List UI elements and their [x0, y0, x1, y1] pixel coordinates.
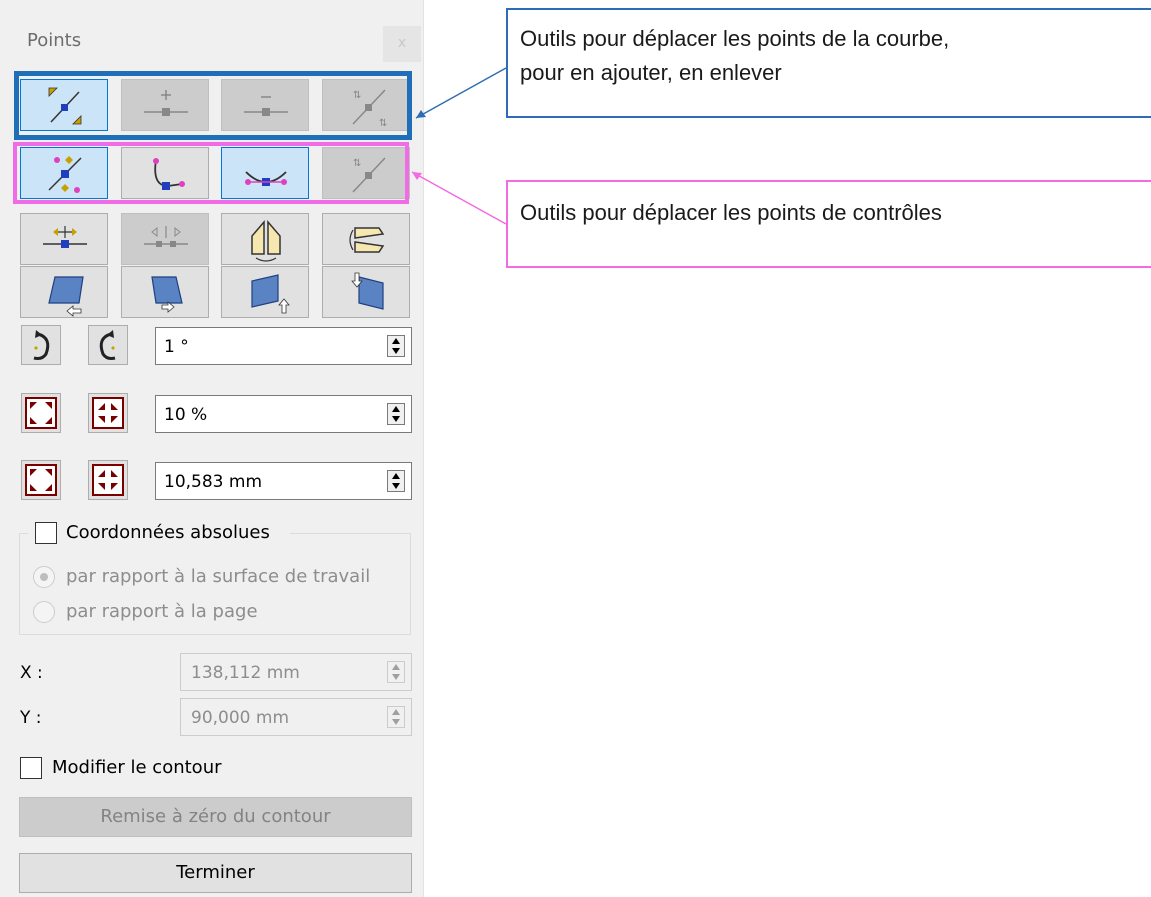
- shrink-icon: [92, 397, 124, 429]
- y-coordinate-stepper[interactable]: [387, 706, 405, 728]
- close-button[interactable]: x: [383, 26, 421, 62]
- y-label: Y :: [20, 708, 42, 728]
- skew-right-button[interactable]: [322, 266, 410, 318]
- enlarge-percent-button[interactable]: [21, 393, 61, 433]
- control-tools-highlight: [13, 142, 409, 204]
- curve-tools-highlight: [14, 71, 412, 140]
- scale-percent-input[interactable]: 10 %: [155, 395, 412, 433]
- skew-up-icon: [251, 274, 290, 314]
- modify-contour-label: Modifier le contour: [52, 757, 222, 778]
- points-panel: Points x ⇅ ⇅ ⇅ 1 ° 10 % 10,583 mm Coordo…: [0, 0, 424, 897]
- enlarge-icon: [25, 397, 57, 429]
- shrink-mm-button[interactable]: [88, 460, 128, 500]
- callout-curve-points-line1: Outils pour déplacer les points de la co…: [520, 26, 950, 51]
- callout-control-points: Outils pour déplacer les points de contr…: [506, 180, 1151, 268]
- x-label: X :: [20, 663, 43, 683]
- reset-contour-button[interactable]: Remise à zéro du contour: [19, 797, 412, 837]
- callout-curve-points: Outils pour déplacer les points de la co…: [506, 8, 1151, 118]
- absolute-coordinates-checkbox[interactable]: [35, 522, 57, 544]
- mirror-horizontal-icon: [349, 227, 385, 253]
- radio-page[interactable]: [33, 601, 55, 623]
- scale-percent-value: 10 %: [164, 405, 208, 425]
- align-horizontal-icon: [43, 226, 87, 248]
- rotate-cw-button[interactable]: [88, 325, 128, 365]
- scale-mm-value: 10,583 mm: [164, 472, 263, 492]
- panel-title: Points: [27, 30, 82, 51]
- skew-down-icon: [151, 276, 183, 313]
- skew-left-icon: [48, 276, 84, 317]
- rotation-angle-stepper[interactable]: [387, 335, 405, 357]
- callout-control-points-line1: Outils pour déplacer les points de contr…: [520, 200, 942, 225]
- y-coordinate-input[interactable]: 90,000 mm: [180, 698, 412, 736]
- distribute-horizontal-icon: [144, 226, 188, 247]
- skew-up-button[interactable]: [221, 266, 309, 318]
- scale-mm-stepper[interactable]: [387, 470, 405, 492]
- scale-mm-input[interactable]: 10,583 mm: [155, 462, 412, 500]
- enlarge-icon: [25, 464, 57, 496]
- radio-page-label: par rapport à la page: [66, 601, 258, 622]
- mirror-horizontal-button[interactable]: [322, 213, 410, 265]
- mirror-vertical-button[interactable]: [221, 213, 309, 265]
- enlarge-mm-button[interactable]: [21, 460, 61, 500]
- finish-button[interactable]: Terminer: [19, 853, 412, 893]
- skew-down-button[interactable]: [121, 266, 209, 318]
- radio-work-surface[interactable]: [33, 566, 55, 588]
- skew-left-button[interactable]: [20, 266, 108, 318]
- y-coordinate-value: 90,000 mm: [191, 708, 290, 728]
- shrink-percent-button[interactable]: [88, 393, 128, 433]
- x-coordinate-stepper[interactable]: [387, 661, 405, 683]
- absolute-coordinates-label: Coordonnées absolues: [66, 522, 270, 543]
- skew-right-icon: [351, 272, 384, 310]
- rotate-ccw-button[interactable]: [21, 325, 61, 365]
- mirror-vertical-icon: [251, 219, 281, 262]
- modify-contour-checkbox[interactable]: [20, 757, 42, 779]
- x-coordinate-input[interactable]: 138,112 mm: [180, 653, 412, 691]
- align-horizontal-button[interactable]: [20, 213, 108, 265]
- rotation-angle-input[interactable]: 1 °: [155, 327, 412, 365]
- rotate-ccw-icon: [33, 330, 50, 360]
- scale-percent-stepper[interactable]: [387, 403, 405, 425]
- radio-work-surface-label: par rapport à la surface de travail: [66, 566, 371, 587]
- x-coordinate-value: 138,112 mm: [191, 663, 300, 683]
- shrink-icon: [92, 464, 124, 496]
- rotation-angle-value: 1 °: [164, 337, 189, 357]
- distribute-horizontal-button[interactable]: [121, 213, 209, 265]
- callout-curve-points-line2: pour en ajouter, en enlever: [520, 60, 782, 85]
- rotate-cw-icon: [99, 330, 116, 360]
